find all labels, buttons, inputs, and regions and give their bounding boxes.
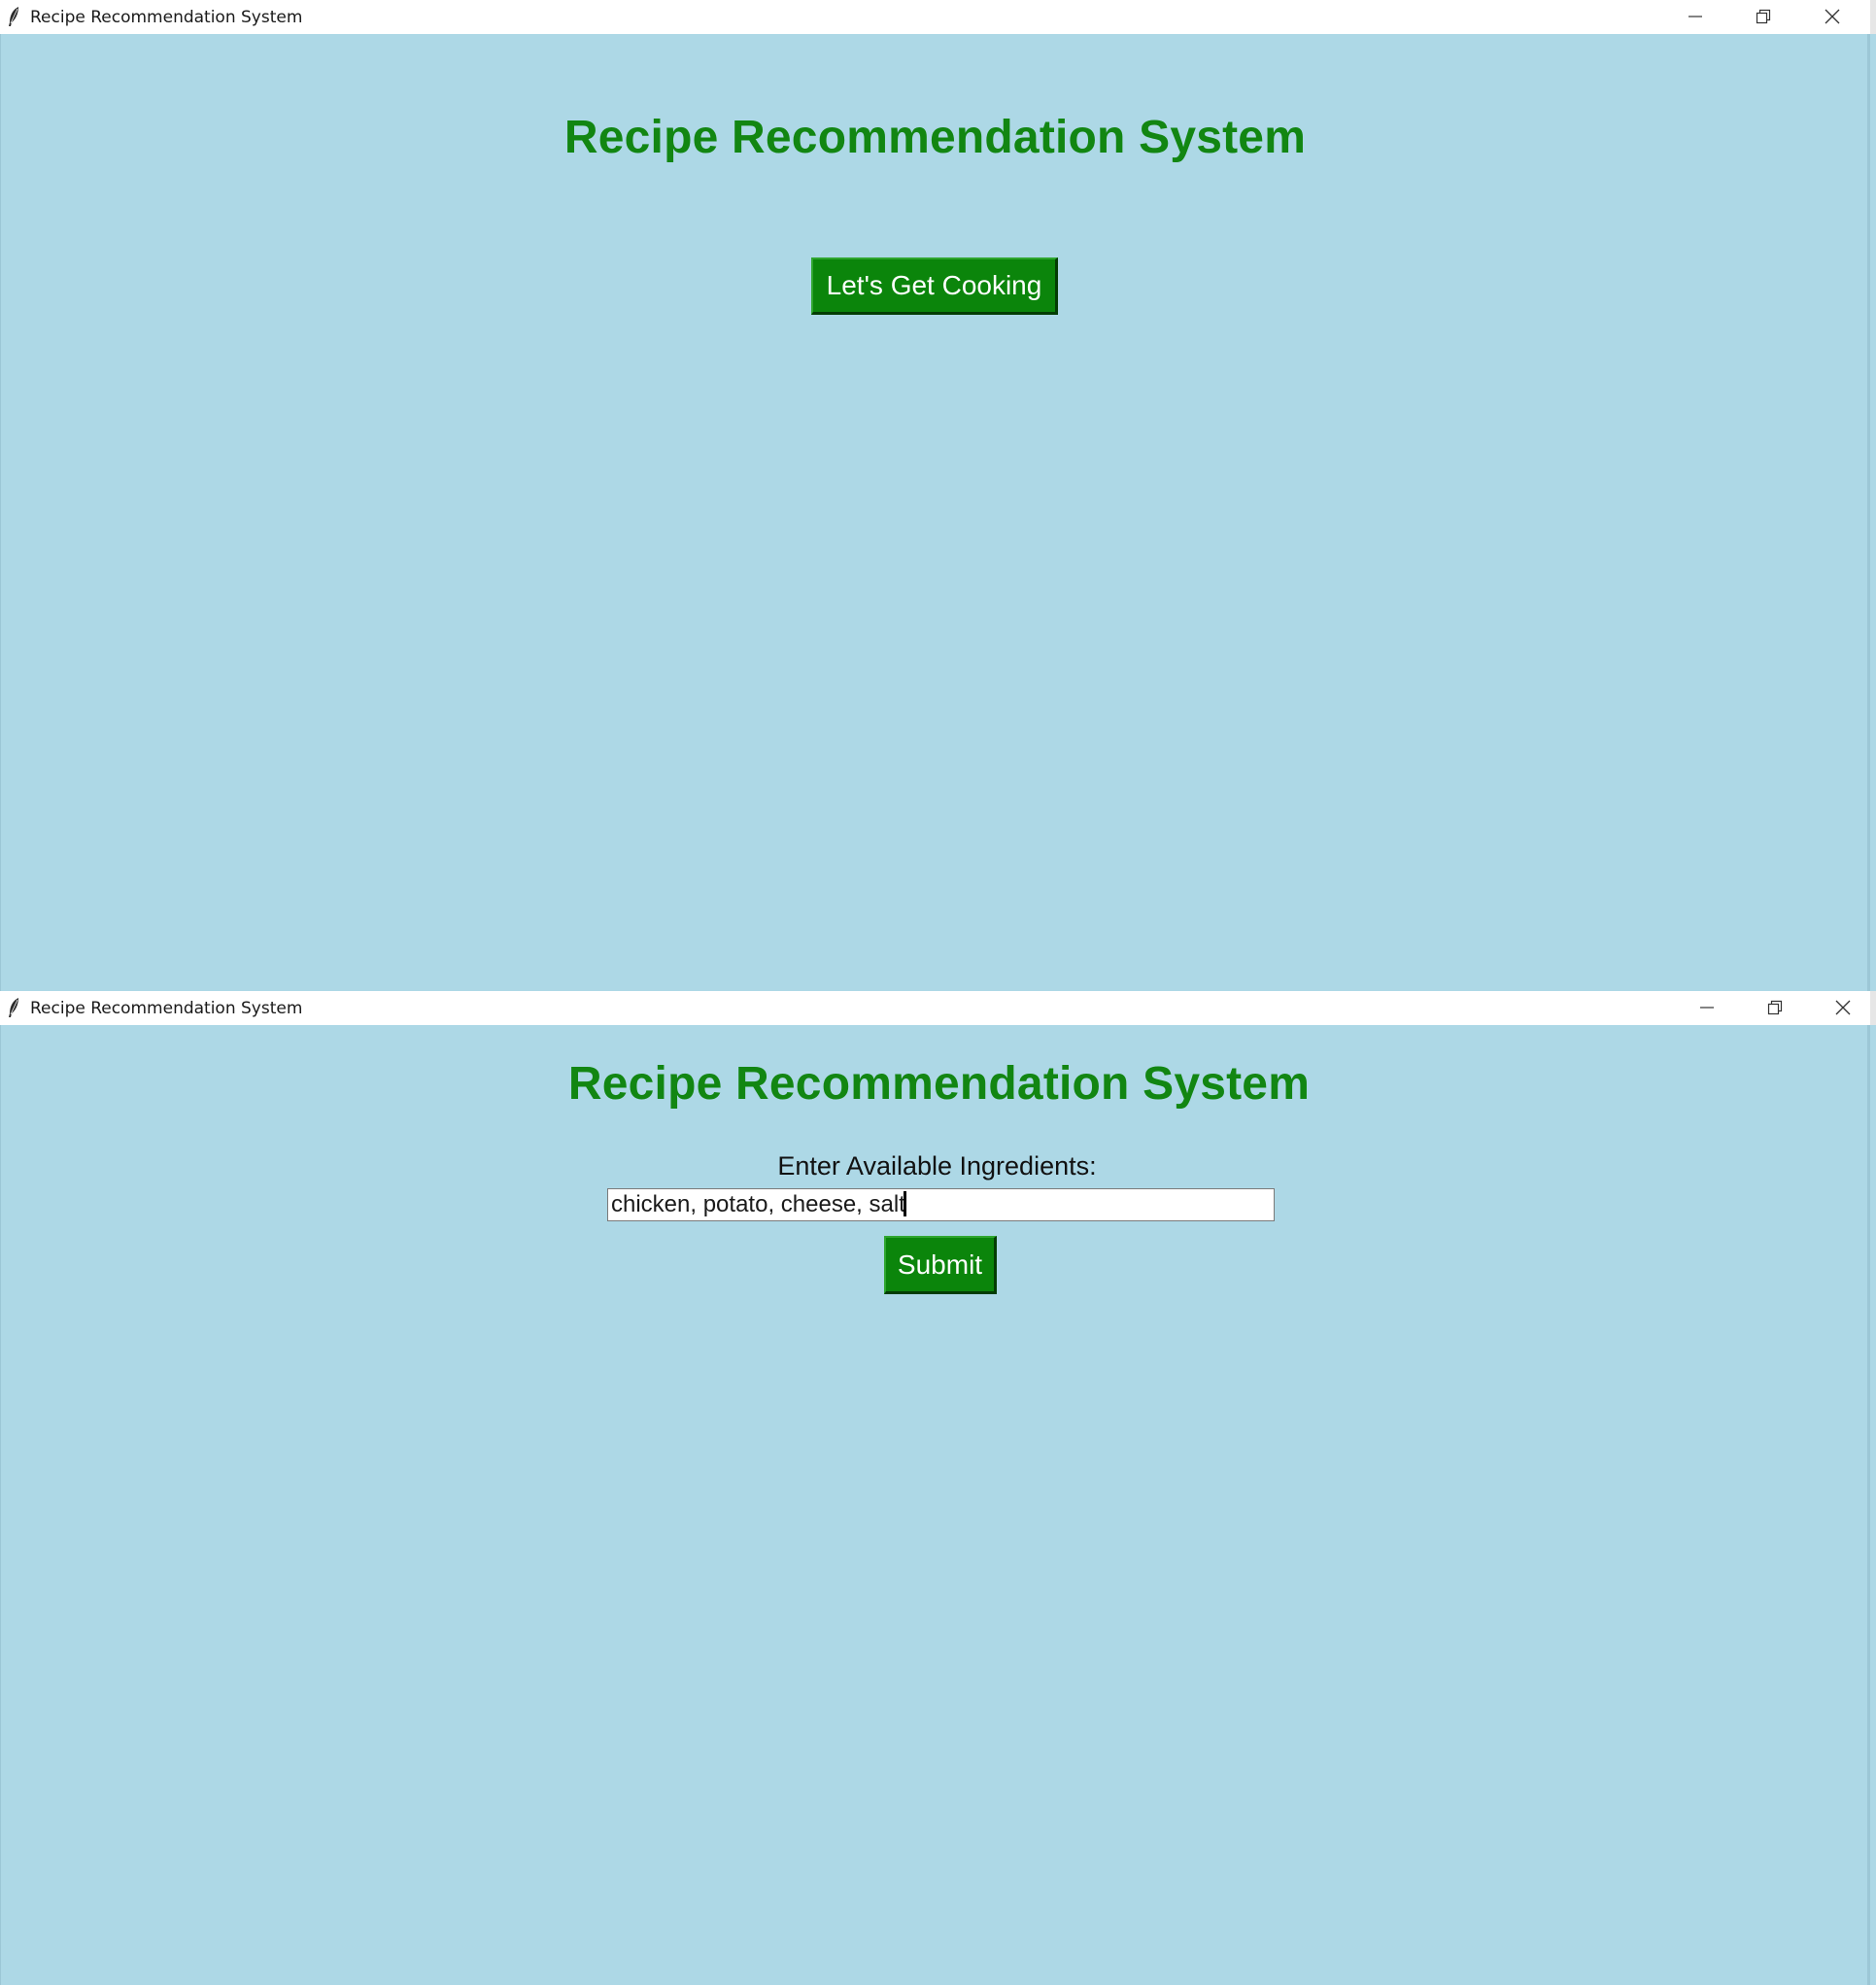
title-bar[interactable]: Recipe Recommendation System — [0, 991, 1876, 1025]
title-bar[interactable]: Recipe Recommendation System — [0, 0, 1876, 34]
submit-button[interactable]: Submit — [884, 1236, 997, 1294]
window-title: Recipe Recommendation System — [30, 8, 303, 27]
restore-icon — [1756, 9, 1771, 24]
feather-icon — [9, 7, 18, 26]
close-button[interactable] — [1798, 0, 1866, 34]
minimize-button[interactable] — [1661, 0, 1729, 34]
restore-button[interactable] — [1741, 991, 1809, 1025]
close-icon — [1835, 1000, 1851, 1015]
feather-icon — [9, 998, 18, 1017]
ingredients-label: Enter Available Ingredients: — [777, 1151, 1097, 1181]
page-title: Recipe Recommendation System — [563, 112, 1307, 163]
close-icon — [1825, 9, 1840, 24]
page-title: Recipe Recommendation System — [567, 1058, 1311, 1110]
restore-button[interactable] — [1729, 0, 1797, 34]
lets-get-cooking-button[interactable]: Let's Get Cooking — [811, 257, 1058, 315]
window-title: Recipe Recommendation System — [30, 999, 303, 1018]
ingredients-content: Recipe Recommendation System Enter Avail… — [0, 1025, 1870, 1985]
ingredients-window: Recipe Recommendation System Recipe Reco… — [0, 991, 1876, 1985]
landing-content: Recipe Recommendation System Let's Get C… — [0, 34, 1870, 991]
minimize-icon — [1700, 1007, 1714, 1009]
minimize-icon — [1688, 16, 1702, 17]
ingredients-input-value: chicken, potato, cheese, salt — [611, 1191, 905, 1217]
minimize-button[interactable] — [1673, 991, 1741, 1025]
restore-icon — [1767, 1000, 1783, 1015]
ingredients-input[interactable]: chicken, potato, cheese, salt — [607, 1188, 1275, 1221]
close-button[interactable] — [1809, 991, 1876, 1025]
landing-window: Recipe Recommendation System Recipe Reco… — [0, 0, 1876, 991]
text-caret — [903, 1191, 906, 1216]
